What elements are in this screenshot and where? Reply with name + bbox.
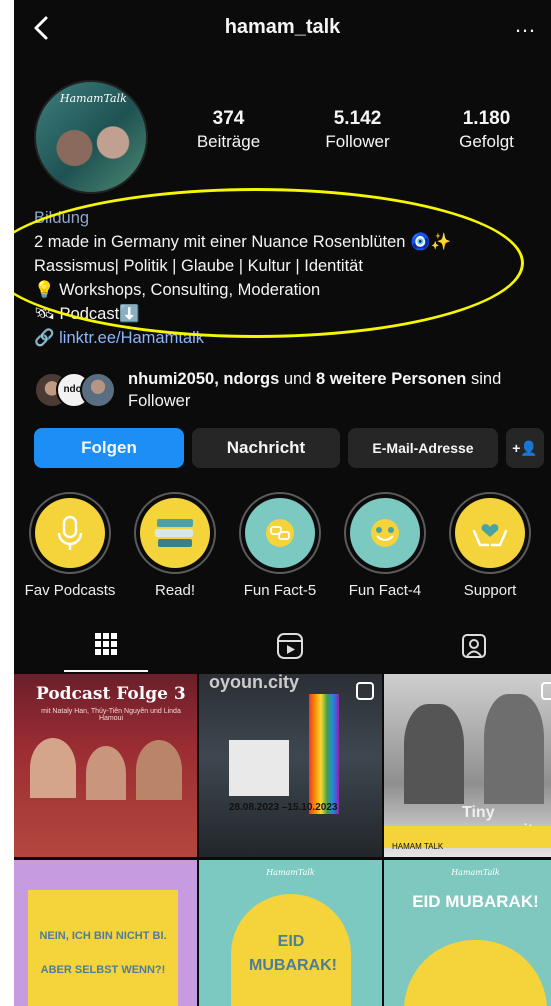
- story-highlights: Fav Podcasts Read! Fun Fact-5 Fun Fact-4…: [14, 492, 551, 602]
- post-subtitle: ABER SELBST WENN?!: [40, 964, 166, 976]
- post-title: Podcast Folge 3: [36, 684, 186, 704]
- smile-icon: [350, 498, 420, 568]
- post-tile[interactable]: Podcast Folge 3 mit Nataly Han, Thúy-Tiê…: [14, 674, 197, 857]
- mutual-followers-text: nhumi2050, ndorgs und 8 weitere Personen…: [128, 368, 551, 412]
- highlight-fun-fact-4[interactable]: Fun Fact-4: [335, 492, 435, 599]
- tab-grid[interactable]: [46, 632, 166, 662]
- top-bar: hamam_talk …: [14, 0, 551, 58]
- highlight-fun-fact-5[interactable]: Fun Fact-5: [230, 492, 330, 599]
- add-person-button[interactable]: +👤: [506, 428, 544, 468]
- highlight-label: Fun Fact-5: [243, 582, 317, 599]
- post-subtitle: HamamTalk: [451, 868, 500, 877]
- profile-tabs: [14, 622, 551, 674]
- stat-followers[interactable]: 5.142 Follower: [293, 108, 422, 152]
- books-icon: [140, 498, 210, 568]
- highlight-label: Read!: [154, 582, 196, 599]
- post-title: oyoun.city: [209, 674, 300, 692]
- post-subtitle: HAMAM TALK: [392, 842, 444, 851]
- stat-posts-label: Beiträge: [196, 132, 261, 151]
- rainbow-image: [309, 694, 339, 814]
- post-tile[interactable]: HamamTalk EID MUBARAK!: [199, 860, 382, 1006]
- post-tile[interactable]: Tiny oyoun.city HAMAM TALK: [384, 674, 551, 857]
- highlight-ring: [239, 492, 321, 574]
- post-title: EID MUBARAK!: [249, 933, 337, 974]
- follow-button[interactable]: Folgen: [34, 428, 184, 468]
- profile-stats: 374 Beiträge 5.142 Follower 1.180 Gefolg…: [164, 108, 551, 152]
- tagged-icon: [462, 634, 486, 658]
- post-subtitle: HamamTalk: [266, 868, 315, 877]
- highlight-label: Fav Podcasts: [24, 582, 116, 599]
- avatar: [80, 372, 116, 408]
- post-title: NEIN, ICH BIN NICHT BI.: [39, 930, 167, 942]
- post-tile[interactable]: NEIN, ICH BIN NICHT BI. ABER SELBST WENN…: [14, 860, 197, 1006]
- arch-shape: [404, 940, 547, 1006]
- profile-actions: Folgen Nachricht E-Mail-Adresse +👤: [34, 428, 544, 470]
- message-button[interactable]: Nachricht: [192, 428, 340, 468]
- microphone-icon: [35, 498, 105, 568]
- reel-icon: [541, 682, 551, 700]
- person-image: [136, 740, 182, 800]
- heart-hands-icon: [455, 498, 525, 568]
- yellow-card: [28, 890, 178, 1006]
- profile-screen: hamam_talk … HamamTalk 374 Beiträge 5.14…: [14, 0, 551, 1006]
- stat-following-value: 1.180: [462, 108, 511, 129]
- grid-icon: [95, 633, 117, 655]
- active-tab-indicator: [64, 670, 148, 672]
- highlight-ring: [134, 492, 216, 574]
- tab-tagged[interactable]: [414, 632, 534, 666]
- highlight-label: Support: [463, 582, 517, 599]
- page-title: hamam_talk: [224, 16, 341, 38]
- post-tile[interactable]: HamamTalk EID MUBARAK!: [384, 860, 551, 1006]
- speech-bubbles-icon: [245, 498, 315, 568]
- mutual-names: nhumi2050, ndorgs: [128, 370, 280, 388]
- stat-following[interactable]: 1.180 Gefolgt: [422, 108, 551, 152]
- mutual-avatars: ndo.: [34, 372, 122, 408]
- link-icon: 🔗: [34, 329, 60, 347]
- profile-avatar[interactable]: HamamTalk: [34, 80, 148, 194]
- email-button[interactable]: E-Mail-Adresse: [348, 428, 498, 468]
- mutual-followers[interactable]: ndo. nhumi2050, ndorgs und 8 weitere Per…: [34, 368, 544, 414]
- avatar-logo-text: HamamTalk: [60, 92, 127, 105]
- highlight-label: Fun Fact-4: [348, 582, 422, 599]
- stat-posts[interactable]: 374 Beiträge: [164, 108, 293, 152]
- post-subtitle: 28.08.2023 –15.10.2023: [229, 802, 338, 813]
- stat-posts-value: 374: [212, 108, 245, 129]
- stat-followers-label: Follower: [325, 132, 390, 151]
- post-title: EID MUBARAK!: [412, 892, 539, 911]
- highlight-ring: [29, 492, 111, 574]
- house-image: [229, 740, 289, 796]
- more-options-icon[interactable]: …: [514, 12, 537, 38]
- posts-grid: Podcast Folge 3 mit Nataly Han, Thúy-Tiê…: [14, 674, 551, 1006]
- stat-followers-value: 5.142: [333, 108, 382, 129]
- stat-following-label: Gefolgt: [459, 132, 514, 151]
- post-subtitle: mit Nataly Han, Thúy-Tiên Nguyên und Lin…: [41, 708, 181, 722]
- post-tile[interactable]: oyoun.city 28.08.2023 –15.10.2023: [199, 674, 382, 857]
- highlight-read[interactable]: Read!: [125, 492, 225, 599]
- mutual-count: 8 weitere Personen: [315, 370, 467, 388]
- tab-reels[interactable]: [230, 632, 350, 666]
- mutual-connector: und: [279, 370, 316, 388]
- highlight-ring: [344, 492, 426, 574]
- highlight-support[interactable]: Support: [440, 492, 540, 599]
- highlight-fav-podcasts[interactable]: Fav Podcasts: [20, 492, 120, 599]
- highlight-ring: [449, 492, 531, 574]
- reels-icon: [277, 633, 303, 659]
- person-image: [30, 738, 76, 798]
- reel-icon: [356, 682, 374, 700]
- person-image: [484, 694, 544, 804]
- person-image: [404, 704, 464, 804]
- person-image: [86, 746, 126, 800]
